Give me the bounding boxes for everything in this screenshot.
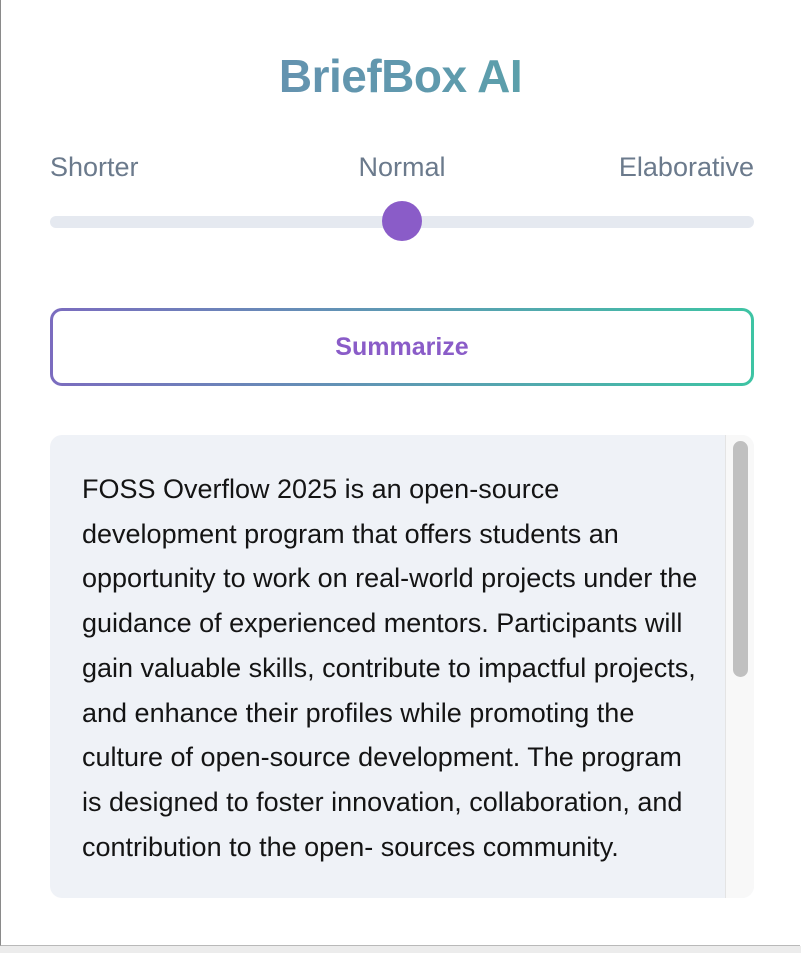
summary-scrollbar-thumb[interactable] bbox=[733, 441, 748, 677]
app-title: BriefBox AI bbox=[1, 46, 800, 106]
length-slider-labels: Shorter Normal Elaborative bbox=[50, 152, 754, 186]
length-slider-thumb[interactable] bbox=[382, 201, 422, 241]
window-bottom-edge bbox=[0, 946, 801, 953]
slider-label-normal: Normal bbox=[358, 152, 446, 182]
extension-popup: BriefBox AI Shorter Normal Elaborative S… bbox=[0, 0, 800, 946]
summary-text: FOSS Overflow 2025 is an open-source dev… bbox=[82, 474, 698, 862]
summary-scrollbar[interactable] bbox=[725, 435, 754, 898]
slider-label-elaborative: Elaborative bbox=[618, 152, 754, 182]
slider-label-shorter: Shorter bbox=[50, 152, 139, 182]
summarize-button-label: Summarize bbox=[53, 311, 751, 383]
summary-output-panel: FOSS Overflow 2025 is an open-source dev… bbox=[50, 435, 754, 898]
summarize-button[interactable]: Summarize bbox=[50, 308, 754, 386]
